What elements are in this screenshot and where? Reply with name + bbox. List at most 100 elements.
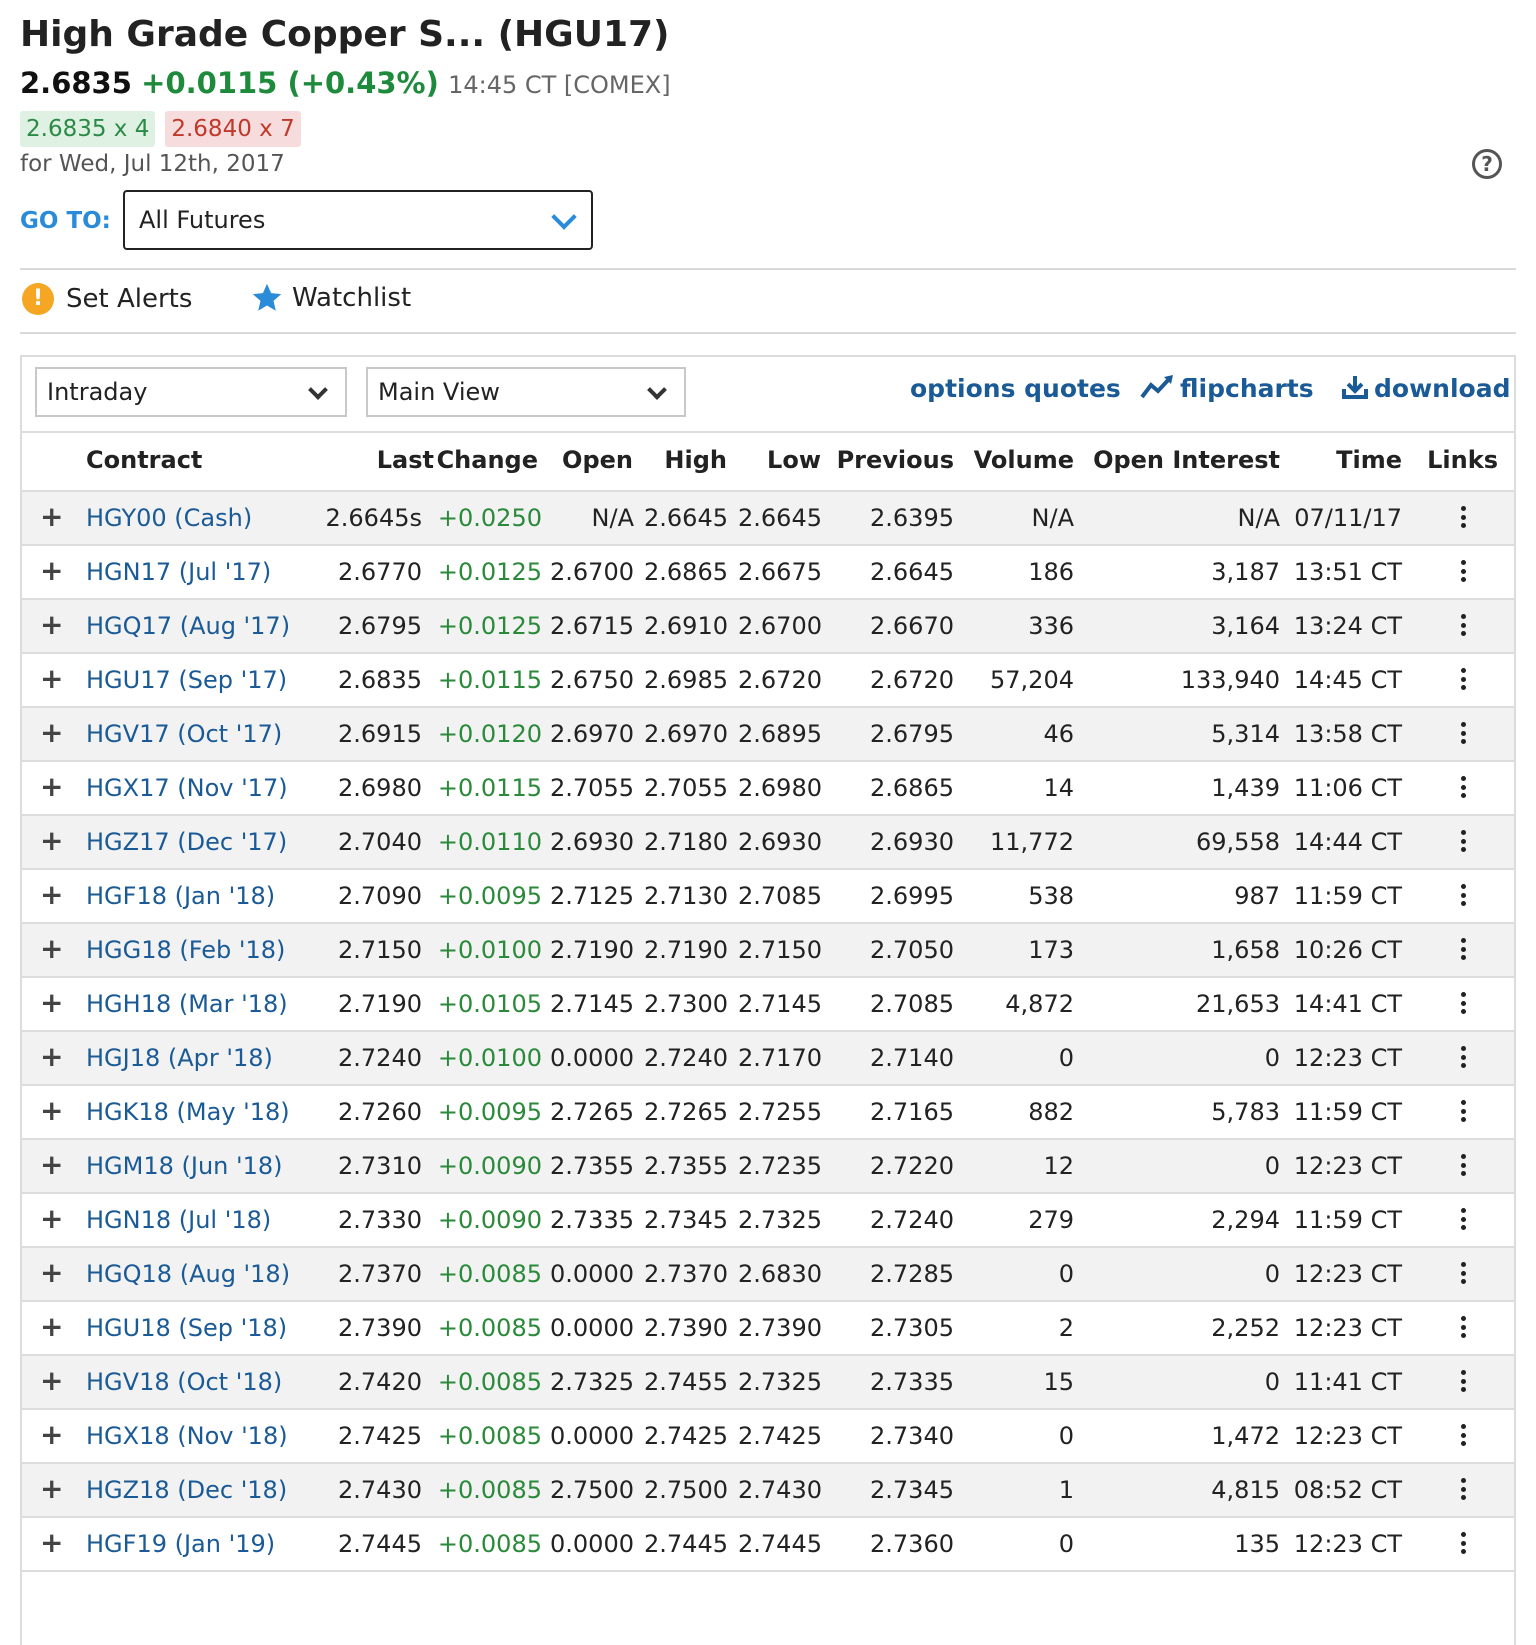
plus-icon[interactable]: + bbox=[40, 662, 63, 695]
plus-icon[interactable]: + bbox=[40, 1094, 63, 1127]
plus-icon[interactable]: + bbox=[40, 1418, 63, 1451]
contract-link[interactable]: HGF18 (Jan '18) bbox=[86, 882, 275, 910]
contract-link[interactable]: HGV17 (Oct '17) bbox=[86, 720, 282, 748]
kebab-menu-icon[interactable] bbox=[1460, 1424, 1466, 1446]
contract-link[interactable]: HGF19 (Jan '19) bbox=[86, 1530, 275, 1558]
contract-link[interactable]: HGJ18 (Apr '18) bbox=[86, 1044, 273, 1072]
plus-icon[interactable]: + bbox=[40, 716, 63, 749]
contract-link[interactable]: HGH18 (Mar '18) bbox=[86, 990, 288, 1018]
period-select[interactable]: Intraday bbox=[35, 367, 347, 417]
kebab-menu-icon[interactable] bbox=[1460, 1370, 1466, 1392]
contract-link[interactable]: HGU17 (Sep '17) bbox=[86, 666, 287, 694]
plus-icon[interactable]: + bbox=[40, 1310, 63, 1343]
contract-link[interactable]: HGQ18 (Aug '18) bbox=[86, 1260, 290, 1288]
plus-icon[interactable]: + bbox=[40, 1040, 63, 1073]
table-row: + HGK18 (May '18) 2.7260 +0.0095 2.7265 … bbox=[22, 1086, 1514, 1140]
volume-cell: 2 bbox=[1058, 1314, 1074, 1342]
plus-icon[interactable]: + bbox=[40, 1526, 63, 1559]
col-time[interactable]: Time bbox=[1336, 446, 1402, 474]
watchlist-button[interactable]: Watchlist bbox=[250, 281, 411, 315]
kebab-menu-icon[interactable] bbox=[1460, 1154, 1466, 1176]
kebab-menu-icon[interactable] bbox=[1460, 560, 1466, 582]
high-cell: 2.6910 bbox=[644, 612, 728, 640]
kebab-menu-icon[interactable] bbox=[1460, 722, 1466, 744]
kebab-menu-icon[interactable] bbox=[1460, 776, 1466, 798]
options-quotes-link[interactable]: options quotes bbox=[910, 374, 1121, 403]
previous-cell: 2.6645 bbox=[870, 558, 954, 586]
table-row: + HGQ18 (Aug '18) 2.7370 +0.0085 0.0000 … bbox=[22, 1248, 1514, 1302]
contract-link[interactable]: HGN18 (Jul '18) bbox=[86, 1206, 271, 1234]
col-open-interest[interactable]: Open Interest bbox=[1093, 446, 1280, 474]
plus-icon[interactable]: + bbox=[40, 878, 63, 911]
contract-link[interactable]: HGQ17 (Aug '17) bbox=[86, 612, 290, 640]
change-cell: +0.0105 bbox=[437, 990, 542, 1018]
kebab-menu-icon[interactable] bbox=[1460, 1478, 1466, 1500]
kebab-menu-icon[interactable] bbox=[1460, 938, 1466, 960]
plus-icon[interactable]: + bbox=[40, 1202, 63, 1235]
col-open[interactable]: Open bbox=[562, 446, 633, 474]
plus-icon[interactable]: + bbox=[40, 824, 63, 857]
kebab-menu-icon[interactable] bbox=[1460, 1208, 1466, 1230]
col-low[interactable]: Low bbox=[767, 446, 821, 474]
plus-icon[interactable]: + bbox=[40, 554, 63, 587]
col-high[interactable]: High bbox=[664, 446, 727, 474]
plus-icon[interactable]: + bbox=[40, 986, 63, 1019]
last-cell: 2.7240 bbox=[338, 1044, 422, 1072]
kebab-menu-icon[interactable] bbox=[1460, 1100, 1466, 1122]
col-last[interactable]: Last bbox=[377, 446, 434, 474]
col-change[interactable]: Change bbox=[437, 446, 538, 474]
kebab-menu-icon[interactable] bbox=[1460, 1262, 1466, 1284]
kebab-menu-icon[interactable] bbox=[1460, 830, 1466, 852]
kebab-menu-icon[interactable] bbox=[1460, 1046, 1466, 1068]
view-select[interactable]: Main View bbox=[366, 367, 686, 417]
contract-link[interactable]: HGZ17 (Dec '17) bbox=[86, 828, 287, 856]
plus-icon[interactable]: + bbox=[40, 1256, 63, 1289]
plus-icon[interactable]: + bbox=[40, 1148, 63, 1181]
set-alerts-button[interactable]: ! Set Alerts bbox=[22, 283, 192, 315]
contract-link[interactable]: HGY00 (Cash) bbox=[86, 504, 252, 532]
plus-icon[interactable]: + bbox=[40, 1472, 63, 1505]
kebab-menu-icon[interactable] bbox=[1460, 992, 1466, 1014]
contract-link[interactable]: HGX18 (Nov '18) bbox=[86, 1422, 288, 1450]
plus-icon[interactable]: + bbox=[40, 1364, 63, 1397]
download-link[interactable]: download bbox=[1342, 374, 1510, 403]
plus-icon[interactable]: + bbox=[40, 500, 63, 533]
contract-link[interactable]: HGZ18 (Dec '18) bbox=[86, 1476, 287, 1504]
plus-icon[interactable]: + bbox=[40, 770, 63, 803]
contract-link[interactable]: HGV18 (Oct '18) bbox=[86, 1368, 282, 1396]
col-contract[interactable]: Contract bbox=[86, 446, 202, 474]
contract-link[interactable]: HGU18 (Sep '18) bbox=[86, 1314, 287, 1342]
goto-select[interactable]: All Futures bbox=[123, 190, 593, 250]
kebab-menu-icon[interactable] bbox=[1460, 1532, 1466, 1554]
question-circle-icon[interactable]: ? bbox=[1472, 149, 1502, 179]
open-interest-cell: 0 bbox=[1264, 1260, 1280, 1288]
contract-link[interactable]: HGG18 (Feb '18) bbox=[86, 936, 285, 964]
kebab-menu-icon[interactable] bbox=[1460, 614, 1466, 636]
low-cell: 2.7325 bbox=[738, 1368, 822, 1396]
table-row: + HGY00 (Cash) 2.6645s +0.0250 N/A 2.664… bbox=[22, 492, 1514, 546]
col-previous[interactable]: Previous bbox=[837, 446, 954, 474]
previous-cell: 2.6930 bbox=[870, 828, 954, 856]
open-interest-cell: 69,558 bbox=[1196, 828, 1280, 856]
previous-cell: 2.6720 bbox=[870, 666, 954, 694]
contract-link[interactable]: HGX17 (Nov '17) bbox=[86, 774, 288, 802]
contract-link[interactable]: HGK18 (May '18) bbox=[86, 1098, 290, 1126]
last-cell: 2.6915 bbox=[338, 720, 422, 748]
contract-link[interactable]: HGN17 (Jul '17) bbox=[86, 558, 271, 586]
flipcharts-link[interactable]: flipcharts bbox=[1140, 374, 1314, 403]
contract-link[interactable]: HGM18 (Jun '18) bbox=[86, 1152, 283, 1180]
kebab-menu-icon[interactable] bbox=[1460, 884, 1466, 906]
volume-cell: 0 bbox=[1058, 1422, 1074, 1450]
col-volume[interactable]: Volume bbox=[974, 446, 1074, 474]
kebab-menu-icon[interactable] bbox=[1460, 506, 1466, 528]
plus-icon[interactable]: + bbox=[40, 608, 63, 641]
quotes-table-body: + HGY00 (Cash) 2.6645s +0.0250 N/A 2.664… bbox=[22, 492, 1514, 1572]
open-cell: 2.7335 bbox=[550, 1206, 634, 1234]
plus-icon[interactable]: + bbox=[40, 932, 63, 965]
change-cell: +0.0085 bbox=[437, 1422, 542, 1450]
kebab-menu-icon[interactable] bbox=[1460, 668, 1466, 690]
kebab-menu-icon[interactable] bbox=[1460, 1316, 1466, 1338]
open-cell: 2.7125 bbox=[550, 882, 634, 910]
open-interest-cell: N/A bbox=[1237, 504, 1280, 532]
open-cell: 0.0000 bbox=[550, 1260, 634, 1288]
